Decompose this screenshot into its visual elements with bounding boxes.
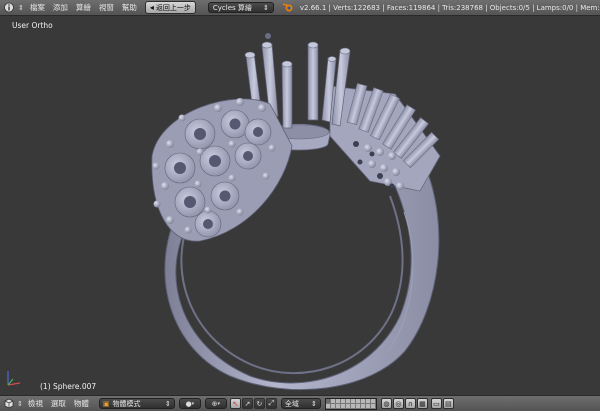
info-icon[interactable] [2,2,16,14]
film-icon: ▤ [445,399,452,408]
menu-select[interactable]: 選取 [47,398,70,409]
menu-window[interactable]: 視窗 [95,2,118,13]
back-arrow-icon: ◂ [149,3,154,12]
axis-gizmo-icon [7,371,21,386]
translate-button[interactable]: ↗ [241,398,253,409]
3d-view-header: ⇕ 檢視 選取 物體 ▣ 物體模式 ⇕ ● ▾ ⊕ ▾ ↖ ↗ ↻ ⤢ 全域 ⇕ ◍… [0,395,600,411]
arrow-icon: ↗ [244,399,251,408]
blender-logo-icon [282,2,294,14]
rotate-button[interactable]: ↻ [253,398,265,409]
editor-dropdown-arrow-icon[interactable]: ⇕ [18,4,24,12]
lock-icon: ◍ [383,399,390,408]
layer-button[interactable] [370,403,376,409]
snap-element-button[interactable]: ▦ [416,398,428,409]
undo-label: 返回上一步 [155,3,191,12]
snap-element-icon: ▦ [419,399,426,408]
chevron-updown-icon: ⇕ [311,399,317,408]
menu-help[interactable]: 幫助 [118,2,141,13]
proportional-icon: ◎ [395,399,402,408]
chevron-updown-icon: ⇕ [263,3,269,12]
lock-layers-button[interactable]: ◍ [380,398,392,409]
camera-icon: ▭ [433,399,440,408]
info-header: ⇕ 檔案 添加 算繪 視窗 幫助 ◂ 返回上一步 Cycles 算繪 ⇕ v2.… [0,0,600,16]
magnet-icon: ∩ [407,399,413,408]
object-mode-icon: ▣ [102,399,110,408]
active-object-label: (1) Sphere.007 [40,382,97,391]
manipulator-toggle[interactable]: ↖ [229,398,241,409]
menu-file[interactable]: 檔案 [26,2,49,13]
menu-object[interactable]: 物體 [70,398,93,409]
scale-icon: ⤢ [268,399,275,407]
render-animation-button[interactable]: ▤ [442,398,454,409]
transform-orientation-select[interactable]: 全域 ⇕ [280,398,321,409]
3d-view-icon[interactable] [2,398,16,410]
render-engine-select[interactable]: Cycles 算繪 ⇕ [207,2,274,13]
render-preview-button[interactable]: ▭ [430,398,442,409]
manipulator-icon: ↖ [232,399,239,408]
undo-button[interactable]: ◂ 返回上一步 [144,1,196,14]
viewport-shading-button[interactable]: ● ▾ [178,398,201,409]
scale-button[interactable]: ⤢ [265,398,277,409]
snap-toggle[interactable]: ∩ [404,398,416,409]
3d-viewport[interactable]: User Ortho (1) Sphere.007 [0,16,600,395]
menu-render[interactable]: 算繪 [72,2,95,13]
scene-stats: v2.66.1 | Verts:122683 | Faces:119864 | … [299,3,600,12]
rotate-icon: ↻ [256,399,263,408]
transform-orientation-value: 全域 [284,399,299,408]
menu-add[interactable]: 添加 [49,2,72,13]
interaction-mode-select[interactable]: ▣ 物體模式 ⇕ [98,398,175,409]
editor-dropdown-arrow-icon[interactable]: ⇕ [17,400,23,408]
ring-mesh[interactable] [0,16,600,395]
proportional-edit-button[interactable]: ◎ [392,398,404,409]
pivot-point-button[interactable]: ⊕ ▾ [204,398,227,409]
render-engine-value: Cycles 算繪 [212,3,252,12]
interaction-mode-value: 物體模式 [112,399,141,408]
menu-view[interactable]: 檢視 [24,398,47,409]
layer-grid[interactable] [324,397,377,410]
chevron-updown-icon: ⇕ [165,399,171,408]
